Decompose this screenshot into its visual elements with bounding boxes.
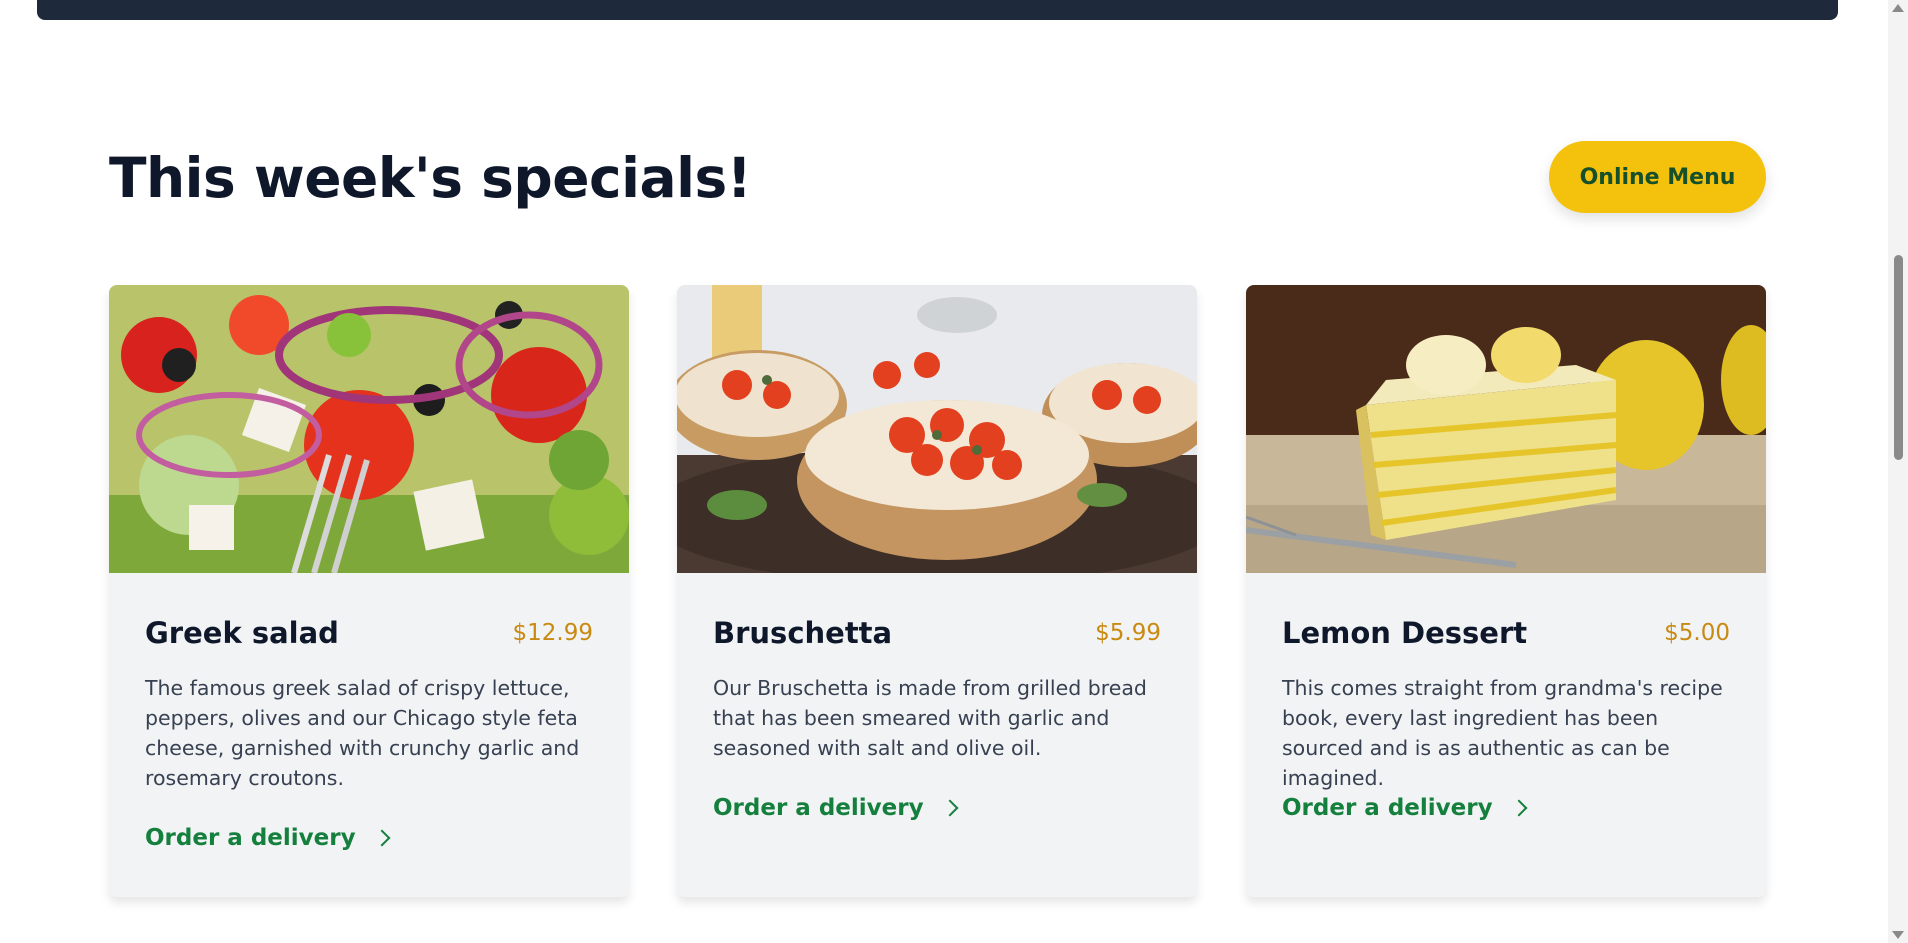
card-price: $5.00: [1664, 620, 1730, 646]
chevron-right-icon: [941, 799, 959, 817]
order-delivery-link[interactable]: Order a delivery: [1282, 795, 1528, 821]
special-card-greek-salad: Greek salad $12.99 The famous greek sala…: [109, 285, 629, 897]
order-delivery-label: Order a delivery: [713, 795, 924, 821]
order-delivery-link[interactable]: Order a delivery: [145, 825, 391, 851]
order-delivery-label: Order a delivery: [1282, 795, 1493, 821]
section-heading: This week's specials!: [109, 146, 752, 210]
special-card-bruschetta: Bruschetta $5.99 Our Bruschetta is made …: [677, 285, 1197, 897]
top-banner-bar: [37, 0, 1838, 20]
scrollbar-thumb[interactable]: [1894, 255, 1903, 460]
card-title: Lemon Dessert: [1282, 616, 1528, 650]
card-price: $5.99: [1095, 620, 1161, 646]
bruschetta-image: [677, 285, 1197, 573]
order-delivery-link[interactable]: Order a delivery: [713, 795, 959, 821]
greek-salad-image: [109, 285, 629, 573]
card-title: Bruschetta: [713, 616, 893, 650]
scroll-down-arrow-icon[interactable]: [1892, 931, 1904, 939]
card-title: Greek salad: [145, 616, 339, 650]
lemon-dessert-image: [1246, 285, 1766, 573]
online-menu-button[interactable]: Online Menu: [1549, 141, 1766, 213]
card-price: $12.99: [512, 620, 593, 646]
page-scrollbar[interactable]: [1888, 0, 1908, 943]
chevron-right-icon: [1510, 799, 1528, 817]
card-description: The famous greek salad of crispy lettuce…: [145, 676, 580, 790]
chevron-right-icon: [373, 829, 391, 847]
card-description: Our Bruschetta is made from grilled brea…: [713, 676, 1147, 760]
order-delivery-label: Order a delivery: [145, 825, 356, 851]
special-card-lemon-dessert: Lemon Dessert $5.00 This comes straight …: [1246, 285, 1766, 897]
card-description: This comes straight from grandma's recip…: [1282, 676, 1723, 790]
scroll-up-arrow-icon[interactable]: [1892, 4, 1904, 12]
